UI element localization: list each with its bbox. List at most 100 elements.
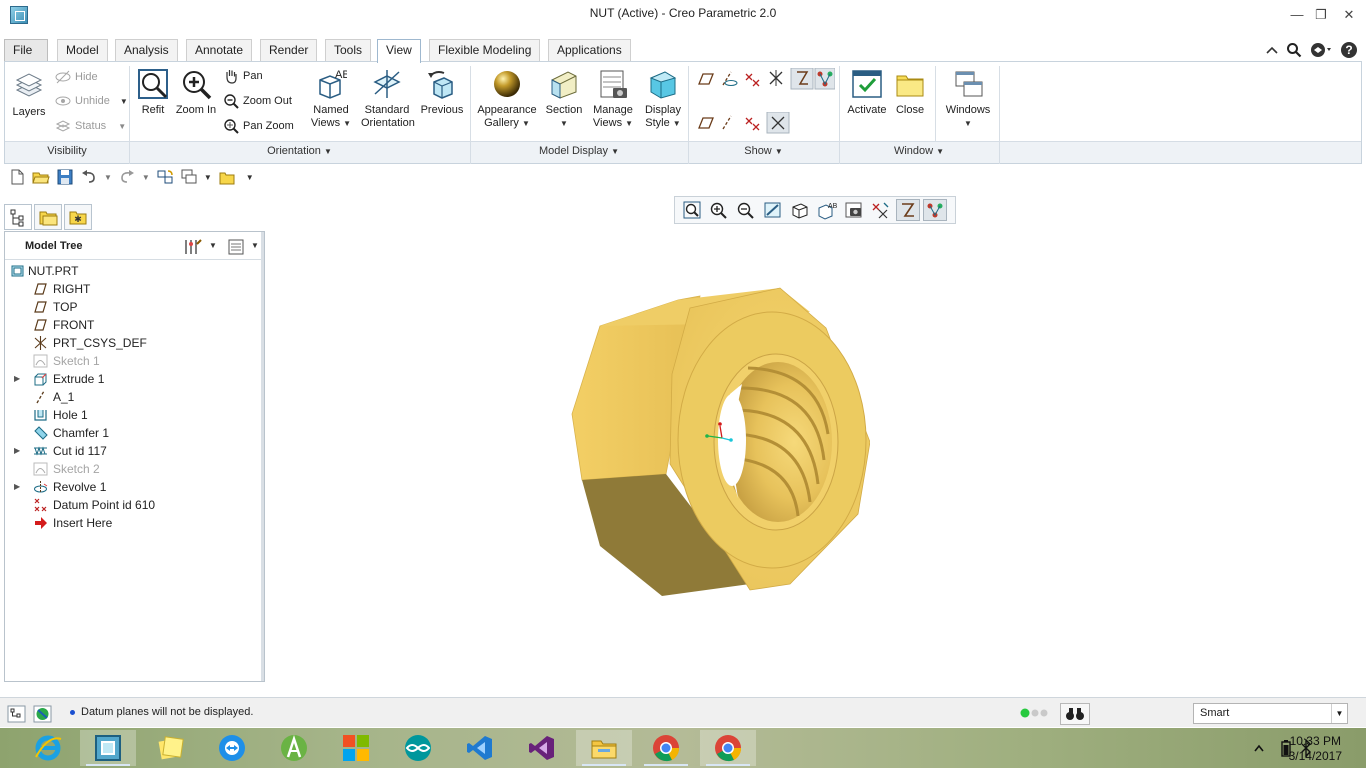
tree-item-sketch-1[interactable]: Sketch 1 bbox=[5, 352, 263, 370]
taskbar-creo[interactable] bbox=[80, 730, 136, 766]
tree-item-nut-prt[interactable]: NUT.PRT bbox=[5, 262, 263, 280]
taskbar-visual-studio[interactable] bbox=[514, 730, 570, 766]
model-tree-tab[interactable] bbox=[4, 204, 32, 230]
tree-item-insert-here[interactable]: Insert Here bbox=[5, 514, 263, 532]
expand-arrow-icon[interactable]: ▶ bbox=[14, 478, 20, 496]
point-tag-icon[interactable] bbox=[745, 117, 760, 131]
tree-item-a-1[interactable]: A_1 bbox=[5, 388, 263, 406]
csys-display-icon[interactable] bbox=[769, 70, 783, 86]
status-button[interactable]: Status ▼ bbox=[55, 117, 126, 135]
chevron-down-icon[interactable]: ▼ bbox=[251, 241, 259, 250]
tree-item-revolve-1[interactable]: ▶ Revolve 1 bbox=[5, 478, 263, 496]
restore-button[interactable]: ❐ bbox=[1306, 4, 1336, 26]
tab-model[interactable]: Model bbox=[57, 39, 108, 61]
tree-item-datum-point-id-610[interactable]: Datum Point id 610 bbox=[5, 496, 263, 514]
tree-item-extrude-1[interactable]: ▶ Extrude 1 bbox=[5, 370, 263, 388]
undo-icon[interactable] bbox=[80, 168, 98, 186]
tree-item-front[interactable]: FRONT bbox=[5, 316, 263, 334]
taskbar-clock[interactable]: 10:33 PM 3/14/2017 bbox=[1289, 734, 1342, 764]
tab-tools[interactable]: Tools bbox=[325, 39, 372, 61]
zoom-out-view-button[interactable] bbox=[734, 199, 758, 221]
chevron-down-icon[interactable]: ▼ bbox=[104, 173, 112, 182]
model-display-group-label[interactable]: Model Display ▼ bbox=[470, 145, 688, 157]
save-icon[interactable] bbox=[56, 168, 74, 186]
open-folder-icon[interactable] bbox=[32, 168, 50, 186]
chevron-down-icon[interactable]: ▼ bbox=[209, 241, 217, 250]
browser-toggle-icon[interactable] bbox=[33, 705, 53, 723]
close-button[interactable]: Close bbox=[891, 68, 929, 117]
repaint-button[interactable] bbox=[761, 199, 785, 221]
tab-view[interactable]: View bbox=[377, 39, 421, 63]
view-manager-button[interactable] bbox=[842, 199, 866, 221]
show-hidden-icons-icon[interactable] bbox=[1254, 744, 1264, 752]
chevron-down-icon[interactable]: ▼ bbox=[204, 173, 212, 182]
taskbar-vscode[interactable] bbox=[452, 730, 508, 766]
chevron-down-icon[interactable]: ▼ bbox=[142, 173, 150, 182]
windows-switch-icon[interactable] bbox=[180, 168, 198, 186]
close-window-button[interactable]: ✕ bbox=[1334, 4, 1364, 26]
appearance-gallery-button[interactable]: Appearance Gallery ▼ bbox=[475, 68, 539, 130]
saved-orientations-button[interactable]: AB bbox=[815, 199, 839, 221]
find-binoculars-icon[interactable] bbox=[1060, 703, 1090, 725]
manage-views-button[interactable]: Manage Views ▼ bbox=[591, 68, 635, 130]
layers-button[interactable]: Layers bbox=[11, 70, 47, 119]
hide-button[interactable]: Hide bbox=[55, 68, 98, 86]
standard-orientation-button[interactable]: Standard Orientation bbox=[361, 68, 415, 130]
tab-render[interactable]: Render bbox=[260, 39, 318, 61]
axis-tag-icon[interactable] bbox=[722, 115, 732, 130]
named-views-button[interactable]: AB Named Views ▼ bbox=[307, 68, 355, 130]
taskbar-android-studio[interactable] bbox=[266, 730, 322, 766]
taskbar-teamviewer[interactable] bbox=[204, 730, 260, 766]
window-group-label[interactable]: Window ▼ bbox=[839, 145, 999, 157]
tab-flexible-modeling[interactable]: Flexible Modeling bbox=[429, 39, 541, 61]
taskbar-ie[interactable] bbox=[20, 730, 76, 766]
plane-tag-icon[interactable] bbox=[698, 117, 714, 129]
section-button[interactable]: Section ▼ bbox=[543, 68, 585, 130]
tree-item-cut-id-117[interactable]: ▶ Cut id 117 bbox=[5, 442, 263, 460]
show-options-icon[interactable] bbox=[227, 238, 245, 256]
search-icon[interactable] bbox=[1286, 42, 1302, 58]
tab-file[interactable]: File ▼ bbox=[4, 39, 48, 77]
close-window-folder-icon[interactable] bbox=[218, 168, 236, 186]
taskbar-sticky-notes[interactable] bbox=[142, 730, 198, 766]
tree-item-chamfer-1[interactable]: Chamfer 1 bbox=[5, 424, 263, 442]
show-group-label[interactable]: Show ▼ bbox=[688, 145, 839, 157]
taskbar-chrome-2[interactable] bbox=[700, 730, 756, 766]
annotation-display-icon[interactable] bbox=[814, 68, 835, 90]
community-icon[interactable] bbox=[1310, 42, 1332, 58]
point-display-icon[interactable] bbox=[745, 73, 760, 87]
favorites-tab[interactable]: ✱ bbox=[64, 204, 92, 230]
pan-zoom-button[interactable]: Pan Zoom bbox=[223, 117, 294, 135]
zoom-in-view-button[interactable] bbox=[707, 199, 731, 221]
regenerate-icon[interactable] bbox=[156, 168, 174, 186]
datum-display-filters-button[interactable] bbox=[869, 199, 893, 221]
windows-button[interactable]: Windows ▼ bbox=[941, 68, 995, 130]
axis-display-icon[interactable] bbox=[722, 71, 738, 86]
nut-3d-model[interactable] bbox=[570, 284, 870, 596]
unhide-button[interactable]: Unhide ▼ bbox=[55, 92, 128, 110]
taskbar-office[interactable] bbox=[328, 730, 384, 766]
tree-item-top[interactable]: TOP bbox=[5, 298, 263, 316]
display-style-button[interactable]: Display Style ▼ bbox=[641, 68, 685, 130]
zoom-in-button[interactable]: Zoom In bbox=[175, 68, 217, 117]
tab-annotate[interactable]: Annotate bbox=[186, 39, 253, 61]
help-icon[interactable]: ? bbox=[1340, 41, 1358, 59]
expand-arrow-icon[interactable]: ▶ bbox=[14, 442, 20, 460]
tree-item-hole-1[interactable]: Hole 1 bbox=[5, 406, 263, 424]
navigator-toggle-icon[interactable] bbox=[7, 705, 27, 723]
refit-button[interactable]: Refit bbox=[135, 68, 171, 117]
new-file-icon[interactable] bbox=[8, 168, 26, 186]
graphics-window[interactable] bbox=[267, 232, 1362, 690]
spin-center-view-button[interactable] bbox=[896, 199, 920, 221]
taskbar-file-explorer[interactable] bbox=[576, 730, 632, 766]
annotation-display-view-button[interactable] bbox=[923, 199, 947, 221]
taskbar-chrome-1[interactable] bbox=[638, 730, 694, 766]
activate-button[interactable]: Activate bbox=[845, 68, 889, 117]
folder-browser-tab[interactable] bbox=[34, 204, 62, 230]
customize-toolbar-icon[interactable]: ▼ bbox=[246, 173, 254, 182]
tree-item-prt-csys-def[interactable]: PRT_CSYS_DEF bbox=[5, 334, 263, 352]
zoom-out-button[interactable]: Zoom Out bbox=[223, 92, 292, 110]
previous-view-button[interactable]: Previous bbox=[419, 68, 465, 117]
pan-button[interactable]: Pan bbox=[223, 67, 263, 85]
spin-center-icon[interactable] bbox=[790, 68, 814, 90]
